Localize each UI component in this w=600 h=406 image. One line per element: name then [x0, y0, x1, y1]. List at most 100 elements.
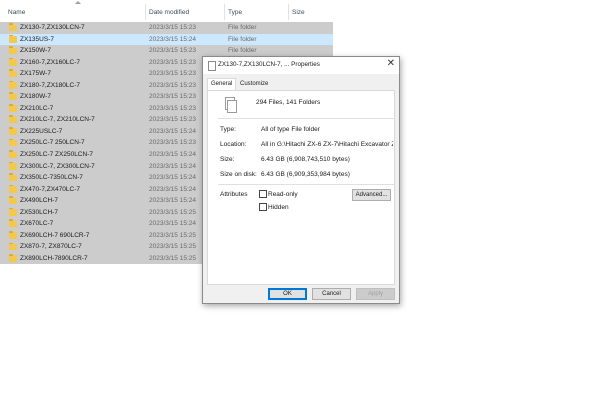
- folder-icon: [9, 254, 17, 262]
- folder-icon: [9, 46, 17, 55]
- item-name: ZX350LC-7350LCN-7: [20, 174, 83, 182]
- folder-icon: [9, 150, 17, 159]
- readonly-checkbox[interactable]: [259, 190, 267, 198]
- item-name: ZX210LC-7, ZX210LCN-7: [20, 116, 95, 124]
- item-date-modified: 2023/3/15 15:24: [149, 174, 196, 182]
- item-date-modified: 2023/3/15 15:24: [149, 35, 196, 43]
- size-on-disk-value: 6.43 GB (6,909,353,984 bytes): [261, 171, 350, 178]
- folder-icon: [9, 196, 17, 205]
- item-name: ZX490LCH-7: [20, 197, 58, 205]
- location-value: All in G:\Hitachi ZX-6 ZX-7\Hitachi Exca…: [261, 141, 393, 148]
- folder-icon: [9, 219, 17, 228]
- item-name: ZX300LC-7, ZX300LCN-7: [20, 162, 95, 170]
- column-divider[interactable]: [145, 4, 146, 20]
- item-date-modified: 2023/3/15 15:24: [149, 151, 196, 159]
- ok-button[interactable]: OK: [268, 288, 307, 300]
- folder-icon: [9, 242, 17, 251]
- item-date-modified: 2023/3/15 15:25: [149, 254, 196, 262]
- item-name: ZX150W-7: [20, 47, 51, 55]
- column-type[interactable]: Type: [228, 9, 242, 16]
- sort-arrow-icon: [75, 1, 81, 4]
- folder-icon: [9, 104, 17, 112]
- properties-dialog: ZX130-7,ZX130LCN-7, ... Properties ✕ Gen…: [202, 56, 400, 304]
- attributes-label: Attributes: [220, 191, 248, 198]
- folder-icon: [9, 92, 17, 101]
- general-panel: 294 Files, 141 Folders Type: All of type…: [207, 90, 395, 285]
- item-date-modified: 2023/3/15 15:24: [149, 162, 196, 170]
- item-name: ZX690LCH-7 690LCR-7: [20, 231, 90, 239]
- item-date-modified: 2023/3/15 15:25: [149, 231, 196, 239]
- column-divider[interactable]: [224, 4, 225, 20]
- size-on-disk-label: Size on disk:: [220, 171, 257, 178]
- item-type: File folder: [228, 24, 257, 31]
- item-date-modified: 2023/3/15 15:23: [149, 93, 196, 101]
- item-date-modified: 2023/3/15 15:23: [149, 70, 196, 78]
- folder-icon: [9, 69, 17, 78]
- item-name: ZX890LCH-7890LCR-7: [20, 254, 88, 262]
- close-icon[interactable]: ✕: [387, 58, 395, 69]
- column-date-modified[interactable]: Date modified: [149, 9, 189, 16]
- column-name[interactable]: Name: [8, 9, 25, 16]
- folder-icon: [9, 138, 17, 147]
- item-name: ZX225USLC-7: [20, 127, 63, 135]
- item-name: ZX175W-7: [20, 70, 51, 78]
- column-divider[interactable]: [288, 4, 289, 20]
- item-date-modified: 2023/3/15 15:25: [149, 243, 196, 251]
- type-label: Type:: [220, 126, 236, 133]
- list-item[interactable]: ZX150W-7 2023/3/15 15:23 File folder: [0, 45, 333, 57]
- folder-icon: [9, 207, 17, 216]
- readonly-label: Read-only: [268, 191, 298, 198]
- item-date-modified: 2023/3/15 15:23: [149, 81, 196, 89]
- item-type: File folder: [228, 35, 257, 43]
- item-name: ZX470-7,ZX470LC-7: [20, 185, 80, 193]
- cancel-button[interactable]: Cancel: [312, 288, 351, 300]
- item-name: ZX530LCH-7: [20, 208, 58, 216]
- item-date-modified: 2023/3/15 15:23: [149, 104, 196, 112]
- item-date-modified: 2023/3/15 15:25: [149, 208, 196, 216]
- item-date-modified: 2023/3/15 15:23: [149, 58, 196, 66]
- size-label: Size:: [220, 156, 235, 163]
- files-icon: [225, 97, 237, 113]
- dialog-title-bar[interactable]: ZX130-7,ZX130LCN-7, ... Properties ✕: [203, 57, 399, 74]
- divider: [218, 184, 394, 185]
- size-value: 6.43 GB (6,908,743,510 bytes): [261, 156, 350, 163]
- folder-icon: [9, 173, 17, 182]
- folder-icon: [9, 161, 17, 170]
- divider: [218, 118, 394, 119]
- item-type: File folder: [228, 47, 257, 55]
- files-summary: 294 Files, 141 Folders: [256, 99, 321, 106]
- column-header: Name Date modified Type Size: [0, 0, 600, 22]
- item-date-modified: 2023/3/15 15:23: [149, 47, 196, 55]
- folder-icon: [9, 34, 17, 43]
- item-date-modified: 2023/3/15 15:24: [149, 127, 196, 135]
- item-date-modified: 2023/3/15 15:23: [149, 116, 196, 124]
- item-date-modified: 2023/3/15 15:24: [149, 185, 196, 193]
- apply-button[interactable]: Apply: [356, 288, 395, 300]
- column-size[interactable]: Size: [292, 9, 305, 16]
- item-date-modified: 2023/3/15 15:23: [149, 139, 196, 147]
- item-name: ZX135US-7: [20, 35, 54, 43]
- list-item[interactable]: ZX130-7,ZX130LCN-7 2023/3/15 15:23 File fo…: [0, 22, 333, 34]
- hidden-label: Hidden: [268, 204, 289, 211]
- list-item[interactable]: ZX135US-7 2023/3/15 15:24 File folder: [0, 33, 333, 46]
- item-name: ZX870-7, ZX870LC-7: [20, 243, 82, 251]
- item-name: ZX250LC-7 ZX250LCN-7: [20, 151, 93, 159]
- folder-icon: [9, 184, 17, 193]
- folder-icon: [9, 127, 17, 135]
- folder-icon: [9, 231, 17, 239]
- item-date-modified: 2023/3/15 15:23: [149, 24, 196, 31]
- folder-icon: [9, 57, 17, 66]
- dialog-title: ZX130-7,ZX130LCN-7, ... Properties: [218, 61, 320, 68]
- advanced-button[interactable]: Advanced...: [352, 189, 391, 201]
- item-date-modified: 2023/3/15 15:24: [149, 220, 196, 228]
- folder-icon: [9, 23, 17, 31]
- type-value: All of type File folder: [261, 126, 320, 133]
- item-name: ZX180-7,ZX180LC-7: [20, 81, 80, 89]
- item-name: ZX670LC-7: [20, 220, 54, 228]
- item-name: ZX250LC-7 250LCN-7: [20, 139, 85, 147]
- item-date-modified: 2023/3/15 15:24: [149, 197, 196, 205]
- document-icon: [208, 61, 216, 71]
- item-name: ZX180W-7: [20, 93, 51, 101]
- folder-icon: [9, 80, 17, 89]
- hidden-checkbox[interactable]: [259, 203, 267, 211]
